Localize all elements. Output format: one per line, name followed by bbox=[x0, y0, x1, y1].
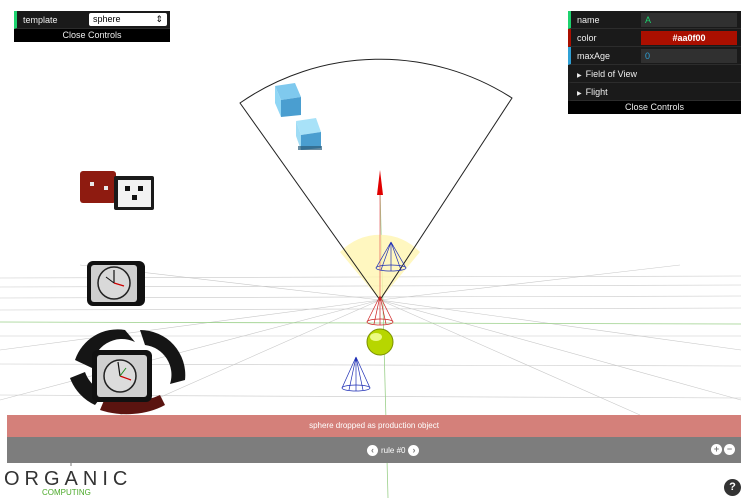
maxage-label: maxAge bbox=[577, 50, 611, 61]
prev-arrow-icon[interactable]: ‹ bbox=[367, 444, 378, 456]
cone-icon[interactable] bbox=[341, 356, 371, 392]
zoom-in-icon[interactable]: + bbox=[711, 444, 722, 455]
template-row: template sphere ⇕ bbox=[14, 11, 170, 29]
usb-sheep-icon[interactable] bbox=[80, 171, 154, 210]
recycle-clock-icon[interactable] bbox=[70, 329, 186, 415]
close-controls-button-left[interactable]: Close Controls bbox=[14, 29, 170, 42]
logo-subtitle: COMPUTING bbox=[42, 488, 91, 497]
name-row: name A bbox=[568, 11, 741, 29]
folder-triangle-icon: ▶ bbox=[577, 90, 582, 97]
sphere-icon[interactable] bbox=[366, 328, 394, 356]
template-label: template bbox=[23, 14, 58, 25]
rule-label: rule #0 bbox=[381, 445, 406, 455]
color-input[interactable]: #aa0f00 bbox=[641, 30, 737, 45]
cube-icon[interactable] bbox=[296, 118, 322, 150]
maxage-input[interactable]: 0 bbox=[641, 48, 737, 63]
name-label: name bbox=[577, 14, 600, 25]
name-input[interactable]: A bbox=[641, 12, 737, 27]
color-label: color bbox=[577, 32, 597, 43]
help-button[interactable]: ? bbox=[724, 479, 741, 496]
color-row: color #aa0f00 bbox=[568, 29, 741, 47]
zoom-out-icon[interactable]: − bbox=[724, 444, 735, 455]
status-message: sphere dropped as production object bbox=[7, 415, 741, 437]
folder-field-of-view[interactable]: ▶ Field of View bbox=[568, 65, 741, 83]
close-controls-button-right[interactable]: Close Controls bbox=[568, 101, 741, 114]
folder-flight-label: Flight bbox=[585, 86, 608, 97]
folder-triangle-icon: ▶ bbox=[577, 72, 582, 79]
template-select[interactable]: sphere ⇕ bbox=[89, 13, 167, 26]
next-arrow-icon[interactable]: › bbox=[408, 444, 420, 456]
heading-arrow-icon bbox=[377, 170, 383, 195]
zoom-controls: + − bbox=[711, 444, 735, 455]
clock-icon[interactable] bbox=[87, 261, 145, 306]
template-controls-panel: template sphere ⇕ Close Controls bbox=[14, 11, 170, 42]
agent-controls-panel: name A color #aa0f00 maxAge 0 ▶ Field of … bbox=[568, 11, 741, 114]
cube-icon[interactable] bbox=[275, 83, 301, 117]
rule-bar: ‹ rule #0 › + − bbox=[7, 437, 741, 463]
folder-fov-label: Field of View bbox=[585, 68, 637, 79]
rule-navigator: ‹ rule #0 › bbox=[367, 437, 420, 463]
select-arrows-icon: ⇕ bbox=[155, 14, 163, 24]
maxage-row: maxAge 0 bbox=[568, 47, 741, 65]
template-select-value: sphere bbox=[93, 14, 121, 24]
folder-flight[interactable]: ▶ Flight bbox=[568, 83, 741, 101]
cone-icon[interactable] bbox=[366, 295, 394, 326]
